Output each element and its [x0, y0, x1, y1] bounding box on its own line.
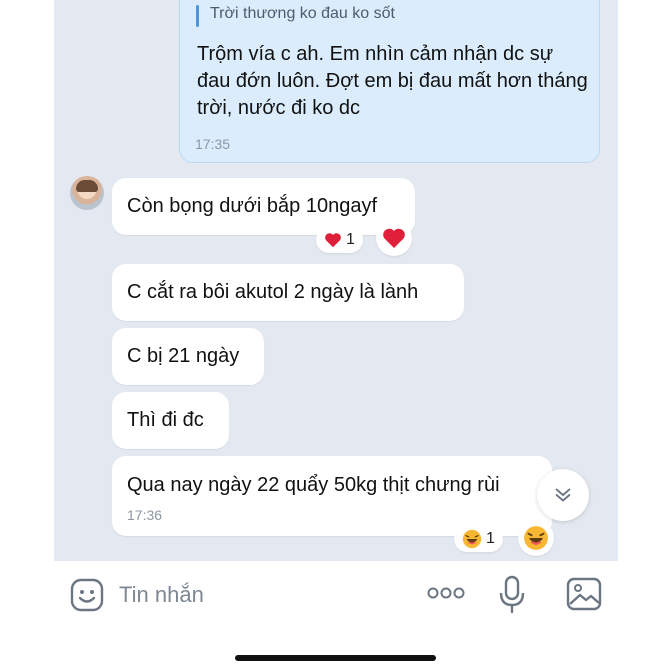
- message-text: Qua nay ngày 22 quẩy 50kg thịt chưng rùi: [127, 474, 500, 496]
- message-text: Còn bọng dưới bắp 10ngayf: [127, 195, 378, 217]
- message-input[interactable]: Tin nhắn: [119, 582, 204, 608]
- incoming-message-3[interactable]: C bị 21 ngày: [112, 328, 264, 385]
- reaction-count: 1: [346, 231, 355, 248]
- react-laugh-button[interactable]: [518, 520, 554, 556]
- home-indicator[interactable]: [235, 655, 436, 661]
- outgoing-message[interactable]: Trời thương ko đau ko sốt Trộm vía c ah.…: [179, 0, 600, 163]
- message-input-bar: Tin nhắn: [54, 561, 618, 631]
- incoming-message-5[interactable]: Qua nay ngày 22 quẩy 50kg thịt chưng rùi…: [112, 456, 552, 536]
- react-heart-button[interactable]: [376, 220, 412, 256]
- message-text: Trộm vía c ah. Em nhìn cảm nhận dc sự đa…: [197, 43, 588, 119]
- heart-icon: [383, 228, 405, 248]
- chevron-double-down-icon: [555, 488, 571, 502]
- chat-area[interactable]: Trời thương ko đau ko sốt Trộm vía c ah.…: [54, 0, 618, 561]
- incoming-message-1[interactable]: Còn bọng dưới bắp 10ngayf: [112, 178, 415, 235]
- message-time: 17:36: [127, 507, 163, 523]
- reaction-heart-count[interactable]: 1: [316, 227, 363, 253]
- message-text: C cắt ra bôi akutol 2 ngày là lành: [127, 281, 419, 303]
- reaction-count: 1: [486, 530, 495, 547]
- quoted-message[interactable]: Trời thương ko đau ko sốt: [210, 5, 395, 23]
- incoming-message-2[interactable]: C cắt ra bôi akutol 2 ngày là lành: [112, 264, 464, 321]
- message-time: 17:35: [195, 136, 231, 152]
- microphone-icon[interactable]: [497, 575, 527, 615]
- reaction-laugh-count[interactable]: 1: [454, 526, 503, 552]
- sticker-icon[interactable]: [70, 578, 104, 612]
- avatar[interactable]: [70, 176, 104, 210]
- incoming-message-4[interactable]: Thì đi đc: [112, 392, 229, 449]
- quote-bar: [196, 5, 199, 27]
- message-text: C bị 21 ngày: [127, 345, 240, 367]
- heart-icon: [325, 233, 341, 248]
- more-icon[interactable]: [427, 586, 465, 600]
- image-icon[interactable]: [566, 577, 602, 611]
- scroll-to-bottom-button[interactable]: [537, 469, 589, 521]
- message-text: Thì đi đc: [127, 409, 204, 431]
- avatar-hair: [76, 180, 98, 192]
- laughing-face-icon: [462, 529, 482, 549]
- laughing-face-icon: [524, 526, 548, 550]
